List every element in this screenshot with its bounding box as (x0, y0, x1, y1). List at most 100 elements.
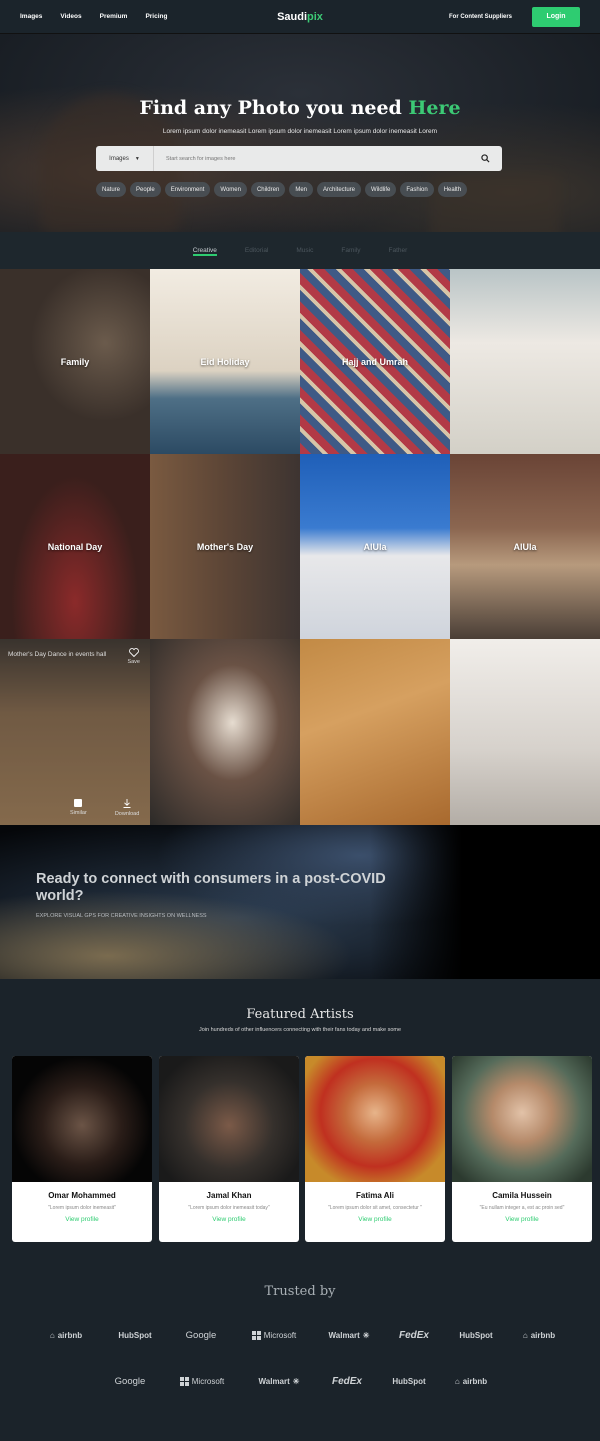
photo-tile[interactable] (450, 639, 600, 825)
photo-tile[interactable]: Family (0, 269, 150, 454)
partner-logos-row-2: Google Microsoft Walmart ✳ FedEx HubSpot … (0, 1376, 600, 1387)
chip-children[interactable]: Children (250, 182, 286, 197)
artist-photo (452, 1056, 592, 1182)
featured-title: Featured Artists (246, 1007, 354, 1022)
artist-quote: "Lorem ipsum dolor inemeasit" (48, 1205, 116, 1211)
caret-down-icon: ▼ (134, 155, 140, 162)
logo-text: HubSpot (459, 1331, 493, 1340)
airbnb-logo: ⌂ airbnb (508, 1330, 570, 1341)
nav-right: For Content Suppliers Login (449, 6, 580, 27)
content-suppliers-link[interactable]: For Content Suppliers (449, 14, 512, 20)
tile-label: Family (60, 356, 90, 367)
airbnb-icon: ⌂ (49, 1331, 55, 1340)
artist-photo (12, 1056, 152, 1182)
tab-music[interactable]: Music (282, 232, 327, 269)
brand-part-a: Saudi (277, 11, 308, 23)
logo-text: airbnb (57, 1331, 83, 1340)
photo-tile[interactable] (450, 269, 600, 454)
tile-label: AlUla (513, 541, 537, 552)
top-nav: Images Videos Premium Pricing Saudipix F… (0, 0, 600, 34)
chip-architecture[interactable]: Architecture (317, 182, 362, 197)
photo-tile[interactable]: AlUla (450, 454, 600, 639)
banner-link[interactable]: EXPLORE VISUAL GPS FOR CREATIVE INSIGHTS… (36, 913, 207, 919)
chip-men[interactable]: Men (289, 182, 313, 197)
photo-tile[interactable] (300, 639, 450, 825)
tile-actions: Similar Download (70, 799, 139, 817)
tile-caption: Mother's Day Dance in events hall (8, 651, 107, 658)
download-icon (123, 799, 131, 808)
chip-fashion[interactable]: Fashion (400, 182, 434, 197)
walmart-logo: Walmart ✳ (242, 1376, 316, 1387)
artist-name: Jamal Khan (206, 1191, 252, 1200)
hero-subtitle: Lorem ipsum dolor inemeasit Lorem ipsum … (162, 128, 438, 135)
trusted-title: Trusted by (264, 1284, 336, 1299)
search-bar: Images ▼ (96, 146, 502, 171)
similar-button[interactable]: Similar (70, 799, 87, 817)
promo-banner[interactable]: Ready to connect with consumers in a pos… (0, 825, 600, 979)
chip-women[interactable]: Women (214, 182, 247, 197)
tab-creative[interactable]: Creative (179, 232, 231, 269)
airbnb-logo: ⌂ airbnb (30, 1330, 102, 1341)
chip-nature[interactable]: Nature (96, 182, 127, 197)
artist-card: Jamal Khan "Lorem ipsum dolor inemeasit … (159, 1056, 299, 1242)
nav-link-premium[interactable]: Premium (100, 13, 128, 20)
tile-label: Mother's Day (196, 541, 254, 552)
nav-link-images[interactable]: Images (20, 13, 42, 20)
photo-tile[interactable]: Hajj and Umrah (300, 269, 450, 454)
hubspot-logo: HubSpot (102, 1330, 168, 1341)
tab-editorial[interactable]: Editorial (231, 232, 282, 269)
tab-father[interactable]: Father (375, 232, 422, 269)
banner-title: Ready to connect with consumers in a pos… (36, 871, 386, 904)
featured-subtitle: Join hundreds of other influencers conne… (198, 1027, 402, 1033)
photo-tile[interactable] (150, 639, 300, 825)
artist-photo (305, 1056, 445, 1182)
similar-icon (74, 799, 83, 807)
logo-text: Microsoft (263, 1331, 297, 1340)
download-label: Download (114, 811, 140, 817)
nav-link-pricing[interactable]: Pricing (145, 13, 167, 20)
view-profile-link[interactable]: View profile (305, 1216, 445, 1223)
search-icon[interactable] (474, 154, 496, 163)
photo-tile[interactable]: National Day (0, 454, 150, 639)
save-button[interactable]: Save (127, 648, 140, 665)
photo-tile[interactable]: AlUla (300, 454, 450, 639)
artist-quote: "Lorem ipsum dolor sit amet, consectetur… (328, 1205, 422, 1211)
photo-grid: Family Eid Holiday Hajj and Umrah Nation… (0, 269, 600, 825)
hubspot-logo: HubSpot (444, 1330, 508, 1341)
tab-family[interactable]: Family (327, 232, 374, 269)
content-tabs: Creative Editorial Music Family Father (0, 232, 600, 269)
brand-logo-text[interactable]: Saudipix (277, 11, 323, 23)
tile-label: National Day (47, 541, 103, 552)
artist-card: Fatima Ali "Lorem ipsum dolor sit amet, … (305, 1056, 445, 1242)
view-profile-link[interactable]: View profile (452, 1216, 592, 1223)
nav-link-videos[interactable]: Videos (60, 13, 81, 20)
chip-health[interactable]: Health (437, 182, 468, 197)
logo-text: Walmart (328, 1331, 360, 1340)
logo-text: FedEx (398, 1330, 429, 1341)
login-button[interactable]: Login (532, 6, 580, 27)
view-profile-link[interactable]: View profile (159, 1216, 299, 1223)
photo-tile[interactable]: Eid Holiday (150, 269, 300, 454)
walmart-spark-icon: ✳ (292, 1377, 300, 1386)
download-button[interactable]: Download (115, 799, 139, 817)
logo-text: HubSpot (118, 1331, 152, 1340)
microsoft-icon (179, 1377, 189, 1386)
chip-people[interactable]: People (130, 182, 161, 197)
search-type-select[interactable]: Images ▼ (96, 146, 154, 171)
fedex-logo: FedEx (316, 1376, 378, 1387)
google-logo: Google (168, 1330, 234, 1341)
walmart-logo: Walmart ✳ (314, 1330, 384, 1341)
chip-environment[interactable]: Environment (164, 182, 211, 197)
photo-tile[interactable]: Mother's Day (150, 454, 300, 639)
logo-text: Walmart (258, 1377, 290, 1386)
microsoft-logo: Microsoft (234, 1330, 314, 1341)
artist-quote: "Eu nullam integer a, est ac proin sed" (479, 1205, 565, 1211)
google-logo: Google (98, 1376, 162, 1387)
photo-tile-hovered[interactable]: Mother's Day Dance in events hall Save S… (0, 639, 150, 825)
view-profile-link[interactable]: View profile (12, 1216, 152, 1223)
airbnb-icon: ⌂ (454, 1377, 460, 1386)
chip-wildlife[interactable]: Wildlife (365, 182, 397, 197)
artist-quote: "Lorem ipsum dolor inemeasit today" (188, 1205, 270, 1211)
artist-name: Omar Mohammed (48, 1191, 116, 1200)
search-input[interactable] (154, 155, 474, 162)
